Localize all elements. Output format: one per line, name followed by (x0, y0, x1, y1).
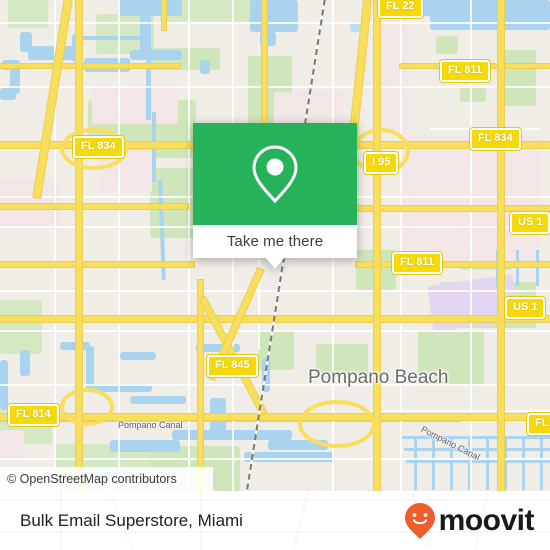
route-shield: FL 8 (527, 413, 550, 435)
location-card[interactable]: Take me there (193, 123, 357, 269)
route-shield-label: I 95 (372, 156, 391, 168)
route-shield-label: US 1 (513, 301, 538, 313)
water-body (20, 350, 30, 376)
road-highway (0, 204, 188, 209)
moovit-wordmark: moovit (438, 503, 535, 537)
canal-label: Pompano Canal (118, 420, 183, 430)
route-shield-label: FL 845 (215, 359, 250, 371)
canal (414, 438, 417, 490)
route-shield-label: FL 811 (400, 256, 435, 268)
road-minor (368, 410, 550, 412)
water-body (200, 60, 210, 74)
route-shield-label: FL 22 (386, 0, 415, 12)
canal (80, 36, 150, 40)
road-highway (356, 262, 550, 267)
canal (540, 438, 543, 490)
water-body (244, 452, 334, 462)
footer-bar: Bulk Email Superstore, Miami moovit (0, 491, 550, 550)
landuse-green (460, 88, 486, 102)
road-minor (0, 290, 550, 292)
route-shield: FL 22 (378, 0, 423, 18)
road-highway (162, 0, 166, 30)
water-body (250, 0, 298, 32)
route-shield: FL 834 (73, 136, 124, 158)
map-canvas[interactable]: FL 22 FL 811 FL 834 FL 834 I 95 US 1 FL … (0, 0, 550, 491)
route-shield: FL 811 (392, 252, 443, 274)
landuse-green (500, 50, 536, 106)
road-highway (198, 280, 203, 491)
canal (486, 438, 489, 490)
map-pin-icon (193, 123, 357, 225)
road-ramp (298, 400, 376, 448)
route-shield: FL 814 (8, 404, 59, 426)
route-shield: US 1 (505, 297, 546, 319)
canal (432, 438, 435, 490)
route-shield: I 95 (364, 152, 399, 174)
water-body (430, 0, 550, 30)
road-highway (498, 0, 504, 491)
route-shield-label: FL 814 (16, 408, 51, 420)
water-body (130, 396, 186, 404)
route-shield-label: FL 8 (535, 417, 550, 429)
landuse-commercial (0, 430, 24, 460)
route-shield-label: FL 811 (448, 64, 483, 76)
canal (504, 438, 507, 490)
moovit-map-screenshot: FL 22 FL 811 FL 834 FL 834 I 95 US 1 FL … (0, 0, 550, 550)
osm-attribution[interactable]: © OpenStreetMap contributors (0, 467, 213, 491)
route-shield: FL 811 (440, 60, 491, 82)
road-minor (0, 22, 550, 24)
moovit-logo[interactable]: moovit (404, 502, 535, 540)
moovit-pin-smiley-icon (404, 502, 435, 539)
canal (146, 0, 151, 120)
road-highway (356, 206, 550, 211)
route-shield: US 1 (510, 212, 550, 234)
road-minor (0, 384, 550, 386)
water-body (28, 46, 74, 60)
route-shield-label: FL 834 (81, 140, 116, 152)
canal (402, 436, 550, 439)
water-body (110, 440, 180, 452)
road-highway (0, 262, 194, 267)
road-minor (0, 458, 550, 460)
canal (516, 250, 519, 286)
location-title: Bulk Email Superstore, Miami (20, 510, 243, 530)
canal (536, 250, 539, 286)
take-me-there-button[interactable]: Take me there (193, 225, 357, 258)
water-body (130, 50, 182, 60)
road-highway (0, 64, 180, 68)
canal (522, 438, 525, 490)
card-pointer-tip (265, 257, 285, 269)
landuse-green (436, 36, 458, 54)
route-shield-label: FL 834 (478, 132, 513, 144)
take-me-there-label: Take me there (226, 233, 324, 250)
road-minor (0, 330, 550, 332)
road-ramp (60, 388, 114, 426)
landuse-commercial (92, 88, 178, 124)
water-body (120, 352, 156, 360)
route-shield: FL 845 (207, 355, 258, 377)
landuse-commercial (0, 180, 60, 226)
route-shield: FL 834 (470, 128, 521, 150)
route-shield-label: US 1 (518, 216, 543, 228)
road-minor (0, 86, 550, 88)
place-label-pompano-beach: Pompano Beach (308, 367, 449, 388)
osm-attribution-text: © OpenStreetMap contributors (7, 472, 177, 486)
landuse-green (0, 300, 42, 354)
